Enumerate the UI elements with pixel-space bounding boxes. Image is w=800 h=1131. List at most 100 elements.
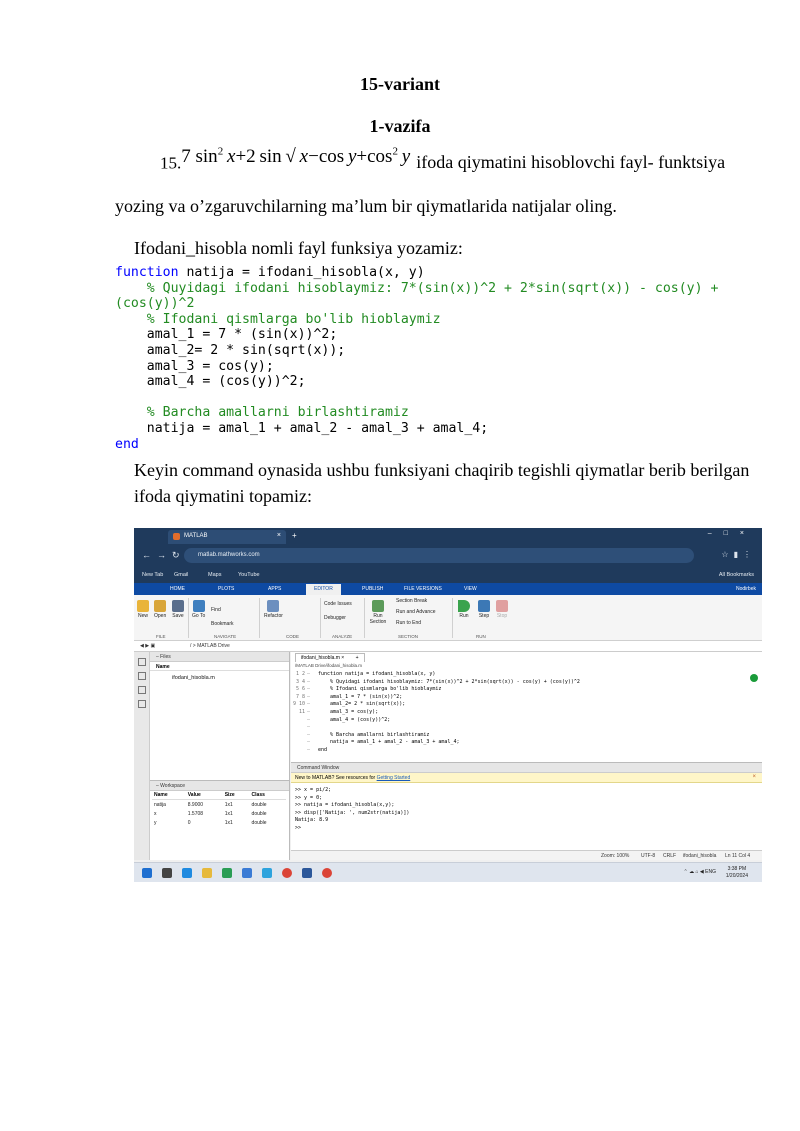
open-button[interactable]: Open <box>154 598 166 619</box>
files-panel-header: – Files <box>150 652 289 662</box>
ws-header-name[interactable]: Name <box>152 791 186 800</box>
run-to-end-button[interactable]: Run to End <box>396 620 421 626</box>
add-panel-icon[interactable] <box>137 700 146 708</box>
status-bar: Zoom: 100% UTF-8 CRLF ifodani_hisobla Ln… <box>291 850 762 860</box>
command-output[interactable]: >> x = pi/2; >> y = 0; >> natija = ifoda… <box>295 787 409 833</box>
group-label: FILE <box>156 634 166 639</box>
browser-tab[interactable]: MATLAB × <box>168 530 286 544</box>
goto-icon <box>192 600 205 612</box>
word-icon[interactable] <box>302 868 312 878</box>
mail-icon[interactable] <box>242 868 252 878</box>
table-row[interactable]: natija 8.9000 1x1 double <box>152 800 286 810</box>
run-section-button[interactable]: Run Section <box>368 598 388 625</box>
code-body: amal_1 = 7 * (sin(x))^2; amal_2= 2 * sin… <box>146 327 346 390</box>
command-window-header: Command Window <box>291 763 762 773</box>
new-tab-icon[interactable]: + <box>292 531 297 540</box>
find-button[interactable]: Find <box>211 607 221 613</box>
system-tray[interactable]: ⌃ ☁ ⌂ ◀ ENG <box>684 869 716 875</box>
bookmarks-bar: New Tab Gmail Maps YouTube All Bookmarks <box>134 568 762 583</box>
save-icon <box>172 600 184 612</box>
editor-source[interactable]: function natija = ifodani_hisobla(x, y) … <box>318 671 580 755</box>
path-nav-icon[interactable]: ◀ ▶ ▣ <box>140 643 155 649</box>
tab-file-versions[interactable]: FILE VERSIONS <box>404 586 442 592</box>
run-and-advance-button[interactable]: Run and Advance <box>396 609 435 615</box>
new-button[interactable]: New <box>137 598 149 619</box>
refactor-button[interactable]: Refactor <box>264 598 283 619</box>
command-window: Command Window New to MATLAB? See resour… <box>291 762 762 850</box>
store-icon[interactable] <box>222 868 232 878</box>
tab-publish[interactable]: PUBLISH <box>362 586 383 592</box>
ws-header-class[interactable]: Class <box>249 791 286 800</box>
check-status-icon <box>750 674 758 682</box>
clock[interactable]: 3:38 PM 1/20/2024 <box>726 866 748 880</box>
workspace-panel-header: – Workspace <box>150 781 289 791</box>
intro-paragraph: Ifodani_hisobla nomli fayl funksiya yoza… <box>134 238 463 258</box>
workspace-panel-icon[interactable] <box>137 672 146 680</box>
debugger-button[interactable]: Debugger <box>324 615 346 621</box>
new-file-tab-icon[interactable]: + <box>356 655 359 661</box>
bookmark-button[interactable]: Bookmark <box>211 621 234 627</box>
address-bar: ←→↻ matlab.mathworks.com ☆▮⋮ <box>134 544 762 568</box>
code-issues-button[interactable]: Code Issues <box>324 601 352 607</box>
user-name[interactable]: Nodirbek <box>736 586 756 592</box>
browser-tab-title: MATLAB <box>184 533 208 539</box>
nav-arrows-icon[interactable]: ←→↻ <box>142 550 186 561</box>
grid-icon[interactable] <box>137 686 146 694</box>
line-numbers: 1 2 3 4 5 6 7 8 9 10 11 <box>292 671 305 715</box>
document-subtitle: 1-vazifa <box>369 116 431 136</box>
table-row[interactable]: x 1.5708 1x1 double <box>152 809 286 818</box>
chrome-icon[interactable] <box>282 868 292 878</box>
run-button[interactable]: Run <box>458 598 470 619</box>
formula-number: 15. <box>160 153 182 173</box>
group-label: RUN <box>476 634 486 639</box>
table-row[interactable]: y 0 1x1 double <box>152 818 286 827</box>
step-icon <box>478 600 490 612</box>
close-banner-icon[interactable]: × <box>752 774 756 780</box>
matlab-logo-icon <box>173 533 180 540</box>
stop-button[interactable]: Stop <box>496 598 508 619</box>
tab-editor[interactable]: EDITOR <box>306 584 341 595</box>
bookmark-item[interactable]: Gmail <box>174 572 188 578</box>
code-listing: function natija = ifodani_hisobla(x, y) … <box>115 265 718 452</box>
files-column-header[interactable]: Name <box>150 662 289 671</box>
bookmark-item[interactable]: YouTube <box>238 572 260 578</box>
tab-apps[interactable]: APPS <box>268 586 281 592</box>
code-line: natija = ifodani_hisobla(x, y) <box>178 265 425 280</box>
goto-button[interactable]: Go To <box>192 598 205 619</box>
telegram-icon[interactable] <box>262 868 272 878</box>
code-body: natija = amal_1 + amal_2 - amal_3 + amal… <box>115 420 489 436</box>
formula-paragraph: 15.7 sin2 x+2 sin √ x−cos y+cos2 y ifoda … <box>160 146 726 174</box>
window-controls[interactable]: –□× <box>708 530 756 537</box>
windows-start-icon[interactable] <box>142 868 152 878</box>
code-comment: % Barcha amallarni birlashtiramiz <box>115 405 409 421</box>
bookmark-item[interactable]: Maps <box>208 572 221 578</box>
edge-icon[interactable] <box>182 868 192 878</box>
current-path[interactable]: / > MATLAB Drive <box>190 643 230 649</box>
files-panel-icon[interactable] <box>137 658 146 666</box>
new-file-icon <box>137 600 149 612</box>
tab-view[interactable]: VIEW <box>464 586 477 592</box>
url-input[interactable]: matlab.mathworks.com <box>184 548 694 563</box>
task-view-icon[interactable] <box>162 868 172 878</box>
all-bookmarks[interactable]: All Bookmarks <box>719 572 754 578</box>
getting-started-link[interactable]: Getting Started <box>377 775 411 781</box>
browser-menu-icon[interactable]: ☆▮⋮ <box>721 550 756 559</box>
file-explorer-icon[interactable] <box>202 868 212 878</box>
step-button[interactable]: Step <box>478 598 490 619</box>
section-break-button[interactable]: Section Break <box>396 598 427 604</box>
tab-plots[interactable]: PLOTS <box>218 586 234 592</box>
editor-file-tab[interactable]: ifodani_hisobla.m × + <box>295 653 365 662</box>
path-bar: ◀ ▶ ▣ / > MATLAB Drive <box>134 641 762 652</box>
browser-tab-bar: MATLAB × + –□× <box>134 528 762 544</box>
chrome-icon[interactable] <box>322 868 332 878</box>
tab-home[interactable]: HOME <box>170 586 185 592</box>
close-tab-icon[interactable]: × <box>277 532 281 539</box>
code-editor: ifodani_hisobla.m × + /MATLAB Drive/ifod… <box>291 652 762 762</box>
save-button[interactable]: Save <box>172 598 184 619</box>
formula-text: ifoda qiymatini hisoblovchi fayl- funkts… <box>416 152 726 173</box>
file-item[interactable]: ifodani_hisobla.m <box>150 671 289 681</box>
run-section-icon <box>372 600 384 612</box>
bookmark-item[interactable]: New Tab <box>142 572 163 578</box>
ws-header-size[interactable]: Size <box>222 791 250 800</box>
ws-header-value[interactable]: Value <box>185 791 223 800</box>
